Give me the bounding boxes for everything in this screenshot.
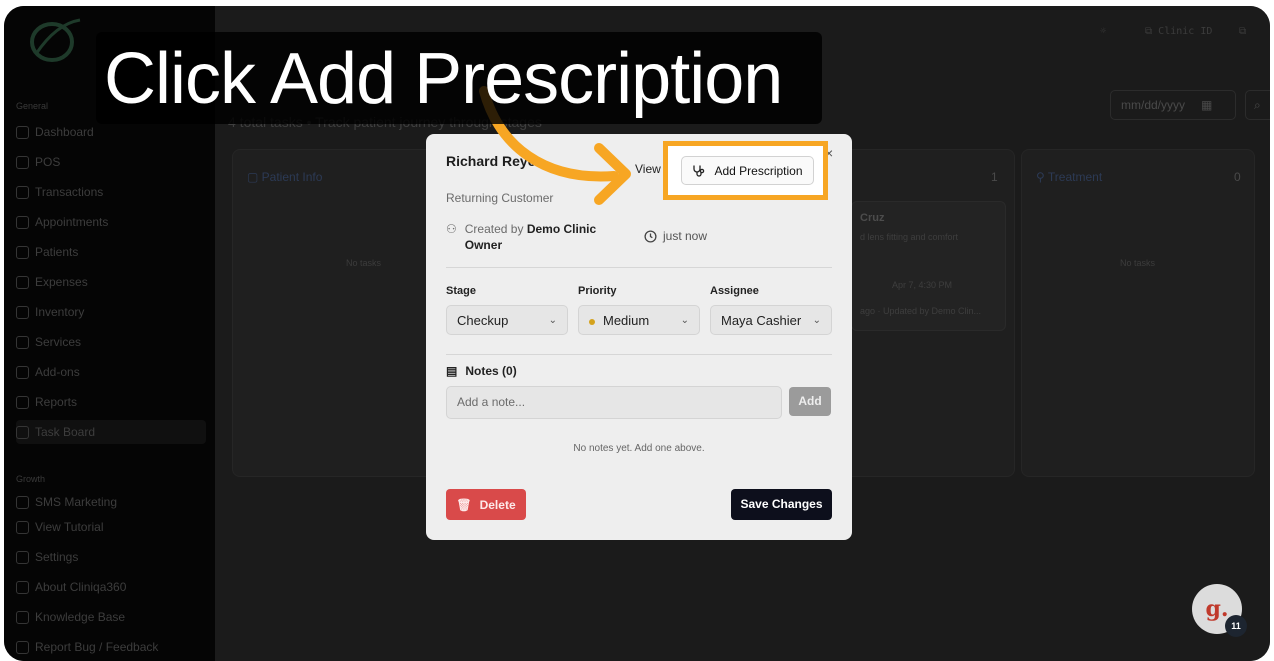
save-changes-button[interactable]: Save Changes xyxy=(731,489,832,520)
sidebar-item-services[interactable]: Services xyxy=(16,330,206,354)
assignee-label: Assignee xyxy=(710,285,759,297)
sidebar-item-patients[interactable]: Patients xyxy=(16,240,206,264)
message-icon xyxy=(16,495,29,509)
services-icon xyxy=(16,335,29,349)
search-icon[interactable]: ⌕ xyxy=(1245,90,1270,120)
book-icon xyxy=(16,610,29,624)
dashboard-icon xyxy=(16,125,29,139)
receipt-icon xyxy=(16,275,29,289)
notification-badge: 11 xyxy=(1225,615,1247,637)
tutorial-caption: Click Add Prescription xyxy=(96,32,822,124)
logo-icon xyxy=(30,18,81,62)
sidebar-item-sms-marketing[interactable]: SMS Marketing xyxy=(16,494,206,510)
sidebar-item-reports[interactable]: Reports xyxy=(16,390,206,414)
copy-icon: ⧉ xyxy=(1145,26,1159,37)
priority-dot-icon xyxy=(589,318,595,325)
sidebar-item-expenses[interactable]: Expenses xyxy=(16,270,206,294)
caption-text: Click Add Prescription xyxy=(104,39,783,119)
clock-icon xyxy=(644,229,657,243)
stage-select[interactable]: Checkup ⌄ xyxy=(446,305,568,335)
notes-title: ▤ Notes (0) xyxy=(446,364,517,378)
divider xyxy=(446,354,832,355)
assignee-select[interactable]: Maya Cashier ⌄ xyxy=(710,305,832,335)
task-card-title: Cruz xyxy=(860,212,885,224)
priority-label: Priority xyxy=(578,285,617,297)
column-title: ▢ Patient Info xyxy=(247,170,323,184)
calendar-icon: ▦ xyxy=(1201,98,1213,112)
calendar-icon xyxy=(16,215,29,229)
message-icon: ▤ xyxy=(446,364,458,378)
sidebar-item-view-tutorial[interactable]: View Tutorial xyxy=(16,515,206,539)
note-input[interactable]: Add a note... xyxy=(446,386,782,419)
notes-empty-state: No notes yet. Add one above. xyxy=(573,443,705,454)
chat-logo: g. xyxy=(1205,596,1229,622)
column-treatment: ⚲ Treatment 0 No tasks xyxy=(1021,149,1255,477)
highlight-box: Add Prescription xyxy=(663,141,828,200)
copy-icon[interactable]: ⧉ xyxy=(1239,26,1246,37)
sidebar-item-transactions[interactable]: Transactions xyxy=(16,180,206,204)
sidebar-item-appointments[interactable]: Appointments xyxy=(16,210,206,234)
stethoscope-icon xyxy=(693,165,705,177)
sidebar-section-growth: Growth xyxy=(16,474,46,484)
chart-icon xyxy=(16,395,29,409)
empty-state-label: No tasks xyxy=(1120,258,1156,268)
trash-icon: 🗑 xyxy=(456,497,472,512)
priority-select[interactable]: Medium ⌄ xyxy=(578,305,700,335)
clinic-id-button[interactable]: ⧉ Clinic ID xyxy=(1145,26,1212,37)
sidebar-item-task-board[interactable]: Task Board xyxy=(16,420,206,444)
gear-icon xyxy=(16,550,29,564)
chevron-down-icon: ⌄ xyxy=(548,314,557,326)
task-card[interactable]: Cruz d lens fitting and comfort Apr 7, 4… xyxy=(851,201,1006,331)
bug-icon xyxy=(16,640,29,654)
created-by: ⚇ Created by Demo Clinic Owner xyxy=(446,222,597,252)
sidebar-item-inventory[interactable]: Inventory xyxy=(16,300,206,324)
app-window: General Dashboard POS Transactions Appoi… xyxy=(4,6,1270,661)
column-title: ⚲ Treatment xyxy=(1036,170,1103,184)
boxes-icon xyxy=(16,305,29,319)
column-count: 0 xyxy=(1234,170,1241,184)
chevron-down-icon: ⌄ xyxy=(680,314,689,326)
theme-toggle-icon[interactable]: ☼ xyxy=(1100,26,1106,37)
sidebar-item-add-ons[interactable]: Add-ons xyxy=(16,360,206,384)
sidebar-item-pos[interactable]: POS xyxy=(16,150,206,174)
info-icon xyxy=(16,580,29,594)
tutorial-icon xyxy=(16,520,29,534)
user-icon: ⚇ xyxy=(446,222,457,236)
column-count: 1 xyxy=(991,170,998,184)
chevron-down-icon: ⌄ xyxy=(812,314,821,326)
task-card-description: d lens fitting and comfort xyxy=(860,232,959,242)
add-prescription-button[interactable]: Add Prescription xyxy=(681,156,814,185)
sidebar-item-about[interactable]: About Cliniqa360 xyxy=(16,575,206,599)
sidebar-section-general: General xyxy=(16,101,49,111)
sidebar-item-settings[interactable]: Settings xyxy=(16,545,206,569)
puzzle-icon xyxy=(16,365,29,379)
sidebar-item-knowledge-base[interactable]: Knowledge Base xyxy=(16,605,206,629)
delete-button[interactable]: 🗑 Delete xyxy=(446,489,526,520)
stage-label: Stage xyxy=(446,285,476,297)
created-time: just now xyxy=(644,229,707,243)
task-board-icon xyxy=(16,425,29,439)
add-note-button[interactable]: Add xyxy=(789,387,831,416)
history-icon xyxy=(16,185,29,199)
divider xyxy=(446,267,832,268)
task-card-date: Apr 7, 4:30 PM xyxy=(892,280,953,290)
date-filter-input[interactable]: mm/dd/yyyy ▦ xyxy=(1110,90,1236,120)
pos-icon xyxy=(16,155,29,169)
task-card-footer: ago · Updated by Demo Clin... xyxy=(860,306,982,316)
sidebar-item-report-bug[interactable]: Report Bug / Feedback xyxy=(16,635,206,659)
empty-state-label: No tasks xyxy=(346,258,382,268)
users-icon xyxy=(16,245,29,259)
